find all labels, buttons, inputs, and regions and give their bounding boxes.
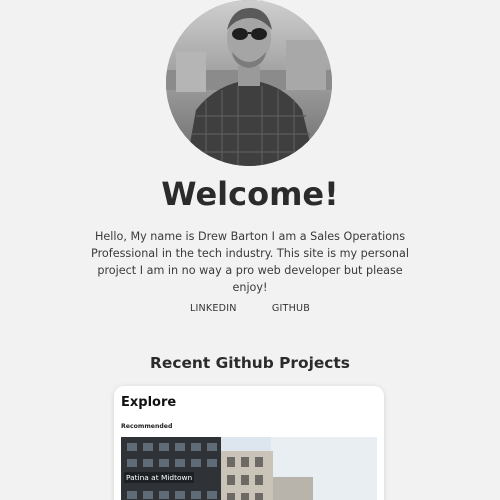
social-links: LINKEDIN GITHUB	[0, 303, 500, 314]
profile-avatar	[166, 0, 332, 166]
projects-heading: Recent Github Projects	[150, 354, 350, 372]
card-subtitle: Recommended	[121, 423, 173, 430]
avatar-image	[166, 0, 332, 166]
card-photo[interactable]: Patina at Midtown	[121, 437, 377, 500]
page: Welcome! Hello, My name is Drew Barton I…	[0, 0, 500, 500]
photo-caption: Patina at Midtown	[124, 472, 195, 483]
card-title: Explore	[121, 395, 177, 410]
github-link[interactable]: GITHUB	[272, 303, 310, 314]
page-title: Welcome!	[161, 175, 339, 213]
intro-text: Hello, My name is Drew Barton I am a Sal…	[91, 230, 409, 294]
project-card[interactable]: Explore Recommended Patina at Midtown	[114, 386, 384, 500]
building-photo	[121, 437, 377, 500]
linkedin-link[interactable]: LINKEDIN	[190, 303, 237, 314]
